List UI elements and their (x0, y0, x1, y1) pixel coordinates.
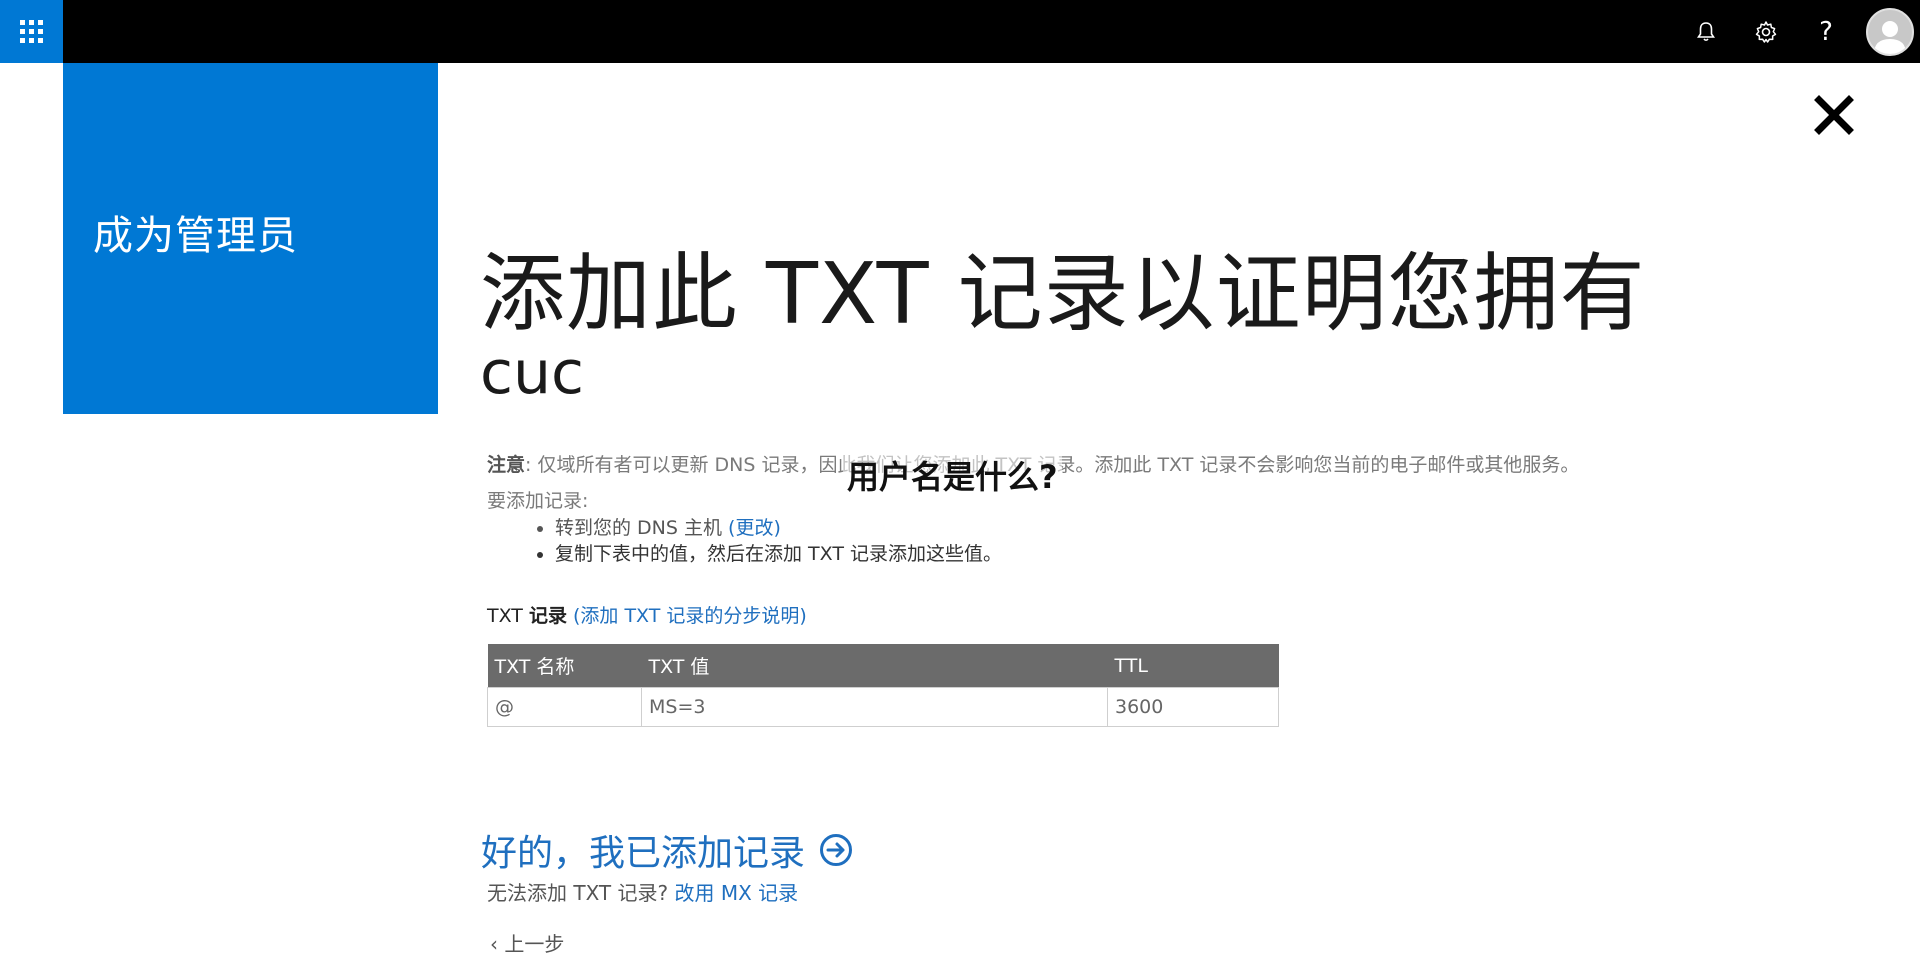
table-header-row: TXT 名称 TXT 值 TTL (487, 644, 1279, 688)
list-item: 转到您的 DNS 主机 (更改) (555, 515, 1002, 541)
gear-icon[interactable] (1736, 0, 1796, 63)
app-launcher-icon[interactable] (0, 0, 63, 63)
overlay-question: 用户名是什么? (843, 450, 1062, 500)
cell-txt-value[interactable]: MS=3 (641, 687, 1108, 727)
column-header-name: TXT 名称 (487, 644, 642, 688)
column-header-value: TXT 值 (641, 644, 1108, 688)
mx-prefix: 无法添加 TXT 记录? (487, 881, 675, 905)
note-label: 注意 (487, 454, 526, 476)
column-header-ttl: TTL (1107, 644, 1279, 688)
cell-txt-name[interactable]: @ (487, 687, 642, 727)
txt-record-title: TXT 记录 (添加 TXT 记录的分步说明) (487, 601, 807, 628)
change-link[interactable]: (更改) (728, 517, 781, 539)
chevron-left-icon: ‹ (490, 932, 498, 956)
list-item: 复制下表中的值，然后在添加 TXT 记录添加这些值。 (555, 541, 1002, 567)
step-guide-link[interactable]: (添加 TXT 记录的分步说明) (567, 605, 807, 627)
add-intro: 要添加记录: (487, 490, 589, 512)
left-panel: 成为管理员 (63, 63, 438, 414)
top-bar: ? (0, 0, 1920, 63)
help-icon[interactable]: ? (1796, 0, 1856, 63)
back-label: 上一步 (504, 932, 565, 956)
txt-label: TXT (487, 605, 529, 627)
txt-label-bold: 记录 (528, 605, 567, 627)
close-icon[interactable] (1813, 94, 1855, 136)
table-row: @ MS=3 3600 (487, 687, 1279, 727)
bell-icon[interactable] (1676, 0, 1736, 63)
panel-title: 成为管理员 (93, 213, 298, 259)
mx-fallback: 无法添加 TXT 记录? 改用 MX 记录 (487, 877, 798, 906)
back-button[interactable]: ‹ 上一步 (490, 928, 564, 957)
step-text: 复制下表中的值，然后在添加 TXT 记录添加这些值。 (555, 543, 1002, 565)
steps-list: 转到您的 DNS 主机 (更改) 复制下表中的值，然后在添加 TXT 记录添加这… (530, 515, 1002, 567)
done-label: 好的，我已添加记录 (481, 833, 806, 874)
step-text: 转到您的 DNS 主机 (555, 517, 729, 539)
cell-ttl[interactable]: 3600 (1107, 687, 1279, 727)
use-mx-link[interactable]: 改用 MX 记录 (674, 881, 798, 905)
done-button[interactable]: 好的，我已添加记录 (481, 824, 853, 876)
page-title: 添加此 TXT 记录以证明您拥有 (480, 245, 1646, 344)
domain-name: cuc (480, 338, 585, 408)
arrow-circle-icon (819, 833, 853, 867)
top-bar-actions: ? (1676, 0, 1920, 63)
avatar-icon[interactable] (1866, 7, 1914, 56)
txt-record-table: TXT 名称 TXT 值 TTL @ MS=3 3600 (487, 644, 1279, 727)
